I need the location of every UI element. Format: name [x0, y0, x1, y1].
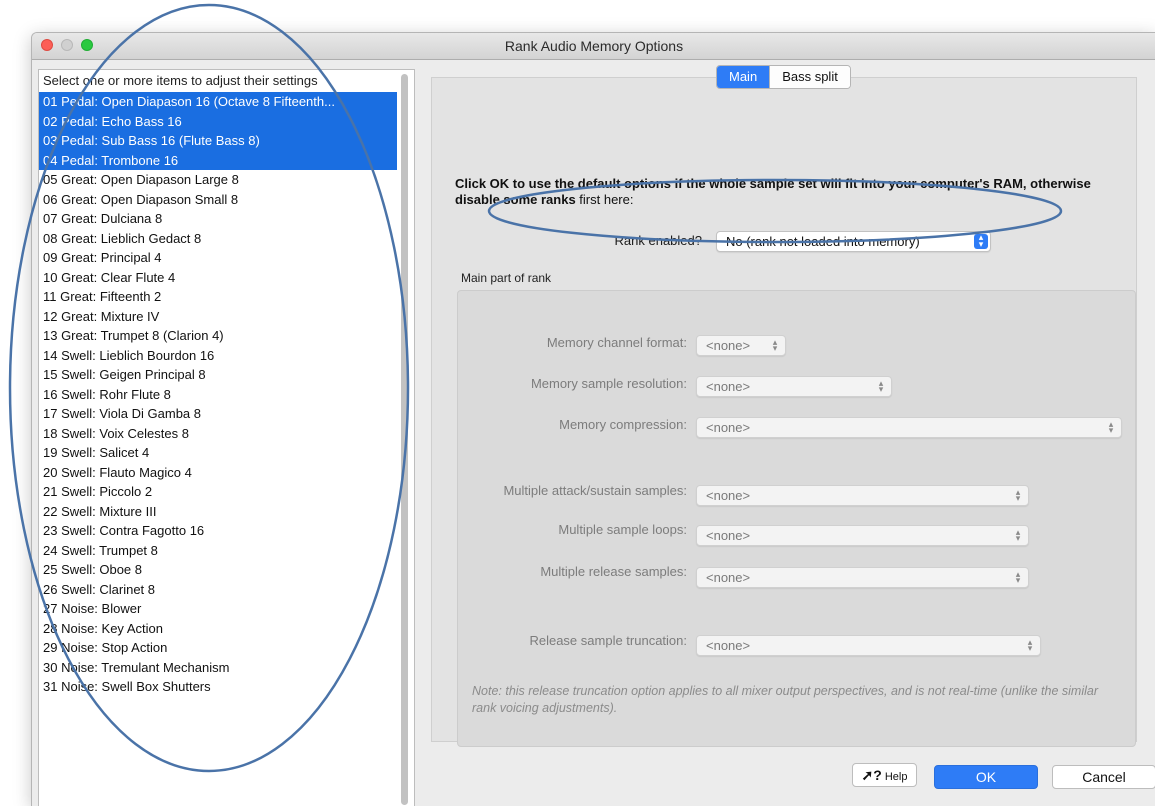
help-button-label: Help: [884, 771, 908, 783]
list-item[interactable]: 02 Pedal: Echo Bass 16: [39, 111, 397, 131]
list-item[interactable]: 16 Swell: Rohr Flute 8: [39, 385, 397, 405]
window-title: Rank Audio Memory Options: [504, 38, 684, 54]
updown-arrows-icon: ▴ ▾: [974, 233, 988, 249]
list-item[interactable]: 25 Swell: Oboe 8: [39, 560, 397, 580]
list-item[interactable]: 13 Great: Trumpet 8 (Clarion 4): [39, 326, 397, 346]
instructions-bold: Click OK to use the default options if t…: [455, 176, 1091, 207]
list-item[interactable]: 12 Great: Mixture IV: [39, 307, 397, 327]
multiple-release-samples-select[interactable]: <none> ▴ ▾: [696, 567, 1029, 588]
updown-arrows-icon: ▴ ▾: [1015, 487, 1021, 503]
rank-enabled-label: Rank enabled?: [614, 233, 702, 248]
release-sample-truncation-value: <none>: [706, 638, 751, 653]
rank-list: 01 Pedal: Open Diapason 16 (Octave 8 Fif…: [39, 92, 397, 697]
updown-arrows-icon: ▴ ▾: [1027, 637, 1033, 653]
help-cursor-icon: ➚?: [861, 767, 882, 783]
updown-arrows-icon: ▴ ▾: [1108, 419, 1114, 435]
main-part-group: [457, 290, 1136, 747]
tab-bar: Main Bass split: [716, 65, 851, 89]
list-item[interactable]: 04 Pedal: Trombone 16: [39, 150, 397, 170]
memory-sample-resolution-label: Memory sample resolution:: [530, 376, 687, 391]
rank-list-panel: Select one or more items to adjust their…: [38, 69, 415, 806]
list-item[interactable]: 17 Swell: Viola Di Gamba 8: [39, 404, 397, 424]
rank-enabled-select[interactable]: No (rank not loaded into memory) ▴ ▾: [716, 231, 991, 252]
ok-button[interactable]: OK: [934, 765, 1038, 789]
memory-sample-resolution-value: <none>: [706, 379, 751, 394]
instructions-tail: first here:: [575, 192, 634, 207]
truncation-note: Note: this release truncation option app…: [472, 684, 1099, 715]
memory-compression-value: <none>: [706, 420, 751, 435]
list-item[interactable]: 01 Pedal: Open Diapason 16 (Octave 8 Fif…: [39, 92, 397, 112]
options-panel: Click OK to use the default options if t…: [431, 77, 1137, 747]
list-item[interactable]: 05 Great: Open Diapason Large 8: [39, 170, 397, 190]
release-sample-truncation-select[interactable]: <none> ▴ ▾: [696, 635, 1041, 656]
release-sample-truncation-label: Release sample truncation:: [529, 633, 687, 648]
help-button[interactable]: ➚? Help: [852, 763, 917, 787]
updown-arrows-icon: ▴ ▾: [772, 337, 778, 353]
memory-channel-format-select[interactable]: <none> ▴ ▾: [696, 335, 786, 356]
instructions-text: Click OK to use the default options if t…: [455, 176, 1125, 208]
list-item[interactable]: 22 Swell: Mixture III: [39, 502, 397, 522]
dialog-window: Rank Audio Memory Options Select one or …: [31, 32, 1155, 806]
list-item[interactable]: 15 Swell: Geigen Principal 8: [39, 365, 397, 385]
tab-main[interactable]: Main: [717, 66, 770, 88]
list-item[interactable]: 27 Noise: Blower: [39, 599, 397, 619]
list-item[interactable]: 26 Swell: Clarinet 8: [39, 580, 397, 600]
list-item[interactable]: 30 Noise: Tremulant Mechanism: [39, 658, 397, 678]
memory-sample-resolution-select[interactable]: <none> ▴ ▾: [696, 376, 892, 397]
memory-compression-select[interactable]: <none> ▴ ▾: [696, 417, 1122, 438]
multiple-attack-sustain-value: <none>: [706, 488, 751, 503]
multiple-sample-loops-select[interactable]: <none> ▴ ▾: [696, 525, 1029, 546]
rank-enabled-value: No (rank not loaded into memory): [726, 234, 920, 249]
updown-arrows-icon: ▴ ▾: [1015, 527, 1021, 543]
list-item[interactable]: 14 Swell: Lieblich Bourdon 16: [39, 346, 397, 366]
cancel-button[interactable]: Cancel: [1052, 765, 1155, 789]
title-bar: Rank Audio Memory Options: [32, 33, 1155, 60]
updown-arrows-icon: ▴ ▾: [878, 378, 884, 394]
multiple-sample-loops-value: <none>: [706, 528, 751, 543]
multiple-attack-sustain-select[interactable]: <none> ▴ ▾: [696, 485, 1029, 506]
list-item[interactable]: 10 Great: Clear Flute 4: [39, 268, 397, 288]
list-item[interactable]: 07 Great: Dulciana 8: [39, 209, 397, 229]
list-item[interactable]: 20 Swell: Flauto Magico 4: [39, 463, 397, 483]
memory-channel-format-label: Memory channel format:: [546, 335, 687, 350]
list-item[interactable]: 19 Swell: Salicet 4: [39, 443, 397, 463]
list-item[interactable]: 08 Great: Lieblich Gedact 8: [39, 229, 397, 249]
updown-arrows-icon: ▴ ▾: [1015, 569, 1021, 585]
rank-list-header: Select one or more items to adjust their…: [43, 73, 318, 88]
memory-compression-label: Memory compression:: [559, 417, 687, 432]
multiple-release-samples-label: Multiple release samples:: [540, 564, 687, 579]
list-item[interactable]: 21 Swell: Piccolo 2: [39, 482, 397, 502]
list-item[interactable]: 28 Noise: Key Action: [39, 619, 397, 639]
multiple-release-samples-value: <none>: [706, 570, 751, 585]
list-item[interactable]: 23 Swell: Contra Fagotto 16: [39, 521, 397, 541]
list-item[interactable]: 09 Great: Principal 4: [39, 248, 397, 268]
list-item[interactable]: 06 Great: Open Diapason Small 8: [39, 190, 397, 210]
list-item[interactable]: 03 Pedal: Sub Bass 16 (Flute Bass 8): [39, 131, 397, 151]
main-part-group-label: Main part of rank: [461, 271, 552, 285]
list-item[interactable]: 18 Swell: Voix Celestes 8: [39, 424, 397, 444]
list-item[interactable]: 24 Swell: Trumpet 8: [39, 541, 397, 561]
tab-bass-split[interactable]: Bass split: [769, 66, 850, 88]
multiple-sample-loops-label: Multiple sample loops:: [558, 522, 687, 537]
list-item[interactable]: 11 Great: Fifteenth 2: [39, 287, 397, 307]
memory-channel-format-value: <none>: [706, 338, 751, 353]
rank-list-scrollbar[interactable]: [401, 74, 408, 805]
list-item[interactable]: 31 Noise: Swell Box Shutters: [39, 677, 397, 697]
list-item[interactable]: 29 Noise: Stop Action: [39, 638, 397, 658]
multiple-attack-sustain-label: Multiple attack/sustain samples:: [503, 483, 687, 498]
